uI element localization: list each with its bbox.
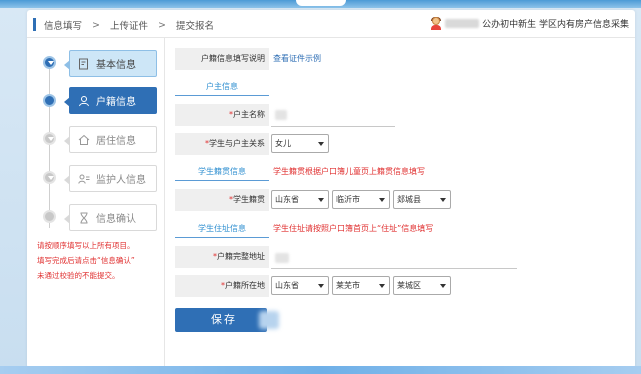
blur-overlay xyxy=(259,311,279,329)
field-label-text: 户主名称 xyxy=(233,110,265,119)
address-input[interactable] xyxy=(275,253,289,263)
bottom-accent-bar xyxy=(0,366,641,374)
field-label-text: 户籍完整地址 xyxy=(217,252,265,261)
householder-name-label: *户主名称 xyxy=(175,104,269,126)
avatar-icon xyxy=(430,17,442,30)
select-value: 女儿 xyxy=(275,139,291,148)
note-line-2: 填写完成后请点击“信息确认” xyxy=(37,256,135,265)
breadcrumb: 信息填写 > 上传证件 > 提交报名 xyxy=(44,18,214,33)
chevron-down-icon xyxy=(318,284,324,288)
sidebar-divider xyxy=(164,38,165,368)
page-header: 信息填写 > 上传证件 > 提交报名 公办初中新生 学区内有房产信息采集 xyxy=(27,10,635,38)
native-city-select[interactable]: 临沂市 xyxy=(332,190,390,209)
step-dot-guardian xyxy=(43,171,56,184)
step-guardian-info[interactable]: 监护人信息 xyxy=(64,165,157,192)
select-value: 临沂市 xyxy=(336,195,360,204)
chevron-down-icon xyxy=(379,284,385,288)
select-value: 山东省 xyxy=(275,195,299,204)
section-householder-title: 户主信息 xyxy=(206,82,238,91)
top-accent-bar xyxy=(0,0,641,8)
step-label: 信息确认 xyxy=(96,214,136,225)
select-value: 莱芜市 xyxy=(336,281,360,290)
field-underline xyxy=(271,268,517,269)
hourglass-icon xyxy=(80,212,88,223)
field-label-text: 户籍所在地 xyxy=(225,281,265,290)
select-value: 郯城县 xyxy=(397,195,421,204)
native-province-select[interactable]: 山东省 xyxy=(271,190,329,209)
location-province-select[interactable]: 山东省 xyxy=(271,276,329,295)
breadcrumb-step-fill[interactable]: 信息填写 xyxy=(44,18,82,32)
location-district-select[interactable]: 莱城区 xyxy=(393,276,451,295)
residence-hint: 学生住址请按照户口簿首页上“住址”信息填写 xyxy=(273,224,434,233)
step-dot-confirm xyxy=(43,210,56,223)
top-notch xyxy=(296,0,346,6)
relation-select[interactable]: 女儿 xyxy=(271,134,329,153)
view-sample-link[interactable]: 查看证件示例 xyxy=(273,53,321,64)
user-info: 公办初中新生 学区内有房产信息采集 xyxy=(430,17,629,30)
chevron-down-icon xyxy=(318,142,324,146)
step-label: 监护人信息 xyxy=(96,175,146,186)
chevron-down-icon xyxy=(318,198,324,202)
step-connector-line xyxy=(49,62,50,228)
breadcrumb-separator: > xyxy=(158,19,166,31)
native-hint: 学生籍贯根据户口簿儿童页上籍贯信息填写 xyxy=(273,167,425,176)
chevron-down-icon xyxy=(440,284,446,288)
householder-name-input[interactable] xyxy=(275,110,287,120)
form-title: 公办初中新生 学区内有房产信息采集 xyxy=(482,20,629,30)
breadcrumb-step-submit[interactable]: 提交报名 xyxy=(176,18,214,32)
step-basic-info[interactable]: 基本信息 xyxy=(64,50,157,77)
select-value: 莱城区 xyxy=(397,281,421,290)
header-accent xyxy=(33,18,36,31)
save-button[interactable]: 保存 xyxy=(175,308,267,332)
note-line-3: 未通过校验的不能提交。 xyxy=(37,271,120,280)
section-residence-title: 学生住址信息 xyxy=(198,224,246,233)
blurred-username xyxy=(445,19,480,28)
step-label: 基本信息 xyxy=(96,60,136,71)
step-label: 户籍信息 xyxy=(96,97,136,108)
step-residence-info[interactable]: 居住信息 xyxy=(64,126,157,153)
field-label-text: 学生籍贯 xyxy=(233,195,265,204)
id-card-icon xyxy=(78,174,90,184)
address-label: *户籍完整地址 xyxy=(175,246,269,268)
relation-label: *学生与户主关系 xyxy=(175,133,269,155)
breadcrumb-step-upload[interactable]: 上传证件 xyxy=(110,18,148,32)
home-icon xyxy=(78,134,90,145)
step-dot-household xyxy=(43,94,56,107)
section-native-title: 学生籍贯信息 xyxy=(198,167,246,176)
instruction-label: 户籍信息填写说明 xyxy=(175,48,269,70)
main-card: 信息填写 > 上传证件 > 提交报名 公办初中新生 学区内有房产信息采集 基本信… xyxy=(27,10,635,368)
field-label-text: 学生与户主关系 xyxy=(209,139,265,148)
native-county-select[interactable]: 郯城县 xyxy=(393,190,451,209)
step-household-info[interactable]: 户籍信息 xyxy=(64,87,157,114)
location-city-select[interactable]: 莱芜市 xyxy=(332,276,390,295)
step-confirm-info[interactable]: 信息确认 xyxy=(64,204,157,231)
chevron-down-icon xyxy=(440,198,446,202)
note-line-1: 请按顺序填写以上所有项目。 xyxy=(37,241,135,250)
edit-icon xyxy=(79,58,88,69)
native-label: *学生籍贯 xyxy=(175,189,269,211)
step-dot-residence xyxy=(43,132,56,145)
breadcrumb-separator: > xyxy=(92,19,100,31)
section-underline xyxy=(175,237,269,238)
select-value: 山东省 xyxy=(275,281,299,290)
location-label: *户籍所在地 xyxy=(175,275,269,297)
section-underline xyxy=(175,95,269,96)
step-dot-basic xyxy=(43,56,56,69)
section-underline xyxy=(175,180,269,181)
user-icon xyxy=(79,95,89,106)
step-label: 居住信息 xyxy=(96,136,136,147)
chevron-down-icon xyxy=(379,198,385,202)
field-underline xyxy=(271,126,395,127)
